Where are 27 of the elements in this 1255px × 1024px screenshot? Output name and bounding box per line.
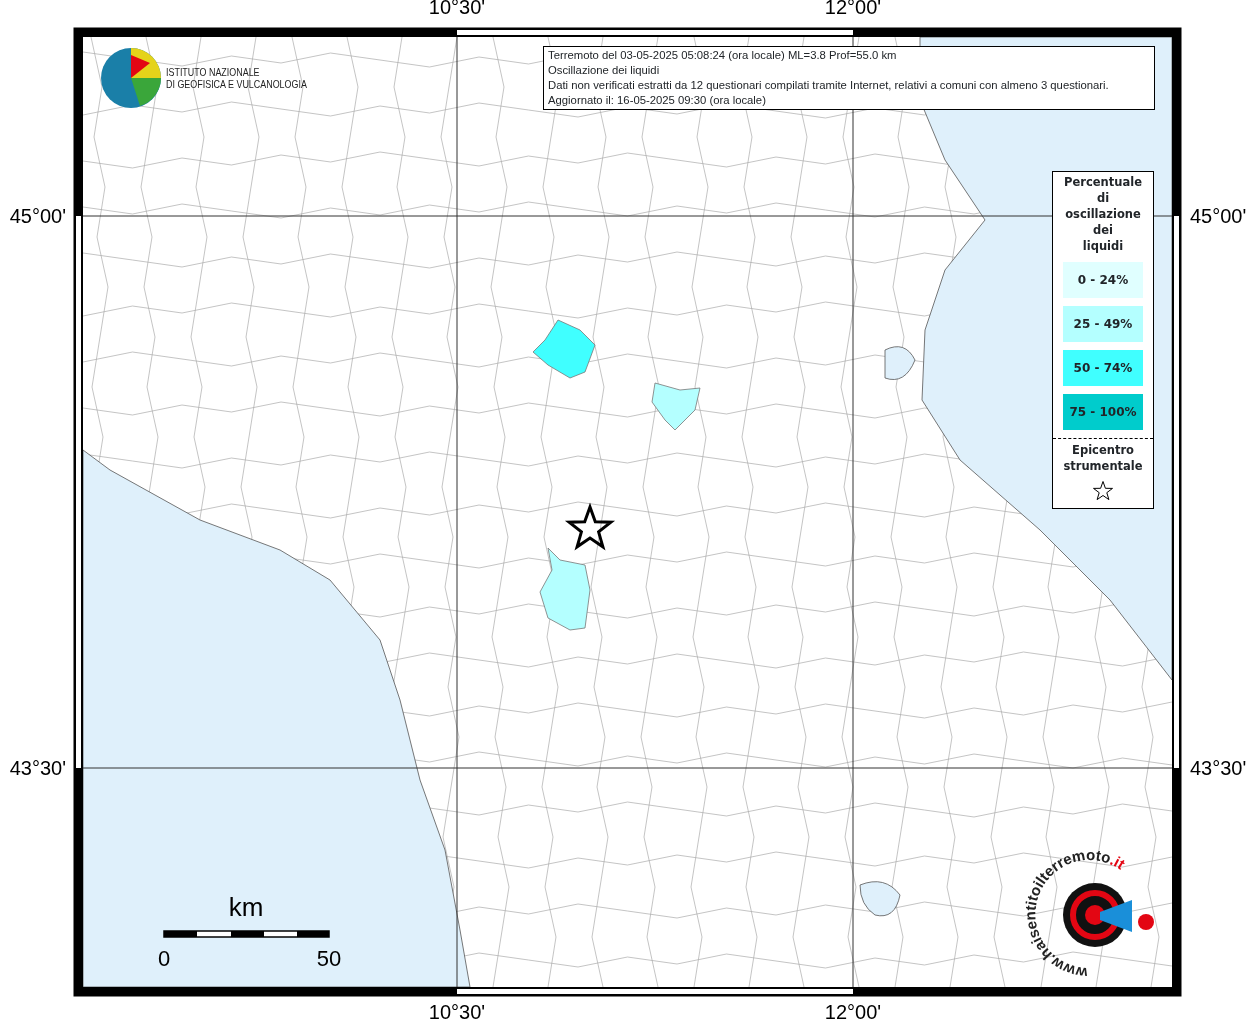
latitude-label: 45°00' [1190,205,1247,227]
scale-tick-label: 50 [316,946,342,971]
latitude-label: 43°30' [9,757,66,779]
info-line: Terremoto del 03-05-2025 05:08:24 (ora locale) ML=3.8 Prof=55.0 km [548,48,898,63]
lake-area [859,881,901,917]
longitude-label: 12°00' [824,1001,882,1023]
longitude-label: 10°30' [428,1001,486,1023]
legend-title: Percentuale di oscillazione dei liquidi [1063,174,1143,254]
star-icon [1092,480,1114,502]
legend-swatch: 0 - 24% [1063,262,1143,298]
info-line: Oscillazione dei liquidi [548,63,661,78]
legend-swatch: 75 - 100% [1063,394,1143,430]
info-line: Dati non verificati estratti da 12 questionari compilati tramite Internet, relativi a comuni con almeno 3 questionari. [548,78,1110,93]
institute-name: ISTITUTO NAZIONALE DI GEOFISICA E VULCANOLOGIA [166,66,307,90]
globe-logo-icon [100,47,162,109]
legend-swatch: 50 - 74% [1063,350,1143,386]
scale-tick-label: 0 [157,946,171,971]
longitude-label: 12°00' [824,0,882,18]
latitude-label: 45°00' [9,205,66,227]
scale-unit-label: km [228,892,264,922]
lagoon-area [884,346,916,380]
legend-epicenter-label: Epicentro strumentale [1062,442,1144,474]
info-line: Aggiornato il: 16-05-2025 09:30 (ora locale) [548,93,767,108]
longitude-label: 10°30' [428,0,486,18]
latitude-label: 43°30' [1190,757,1247,779]
legend-swatch: 25 - 49% [1063,306,1143,342]
epicenter-star-icon [564,502,616,551]
